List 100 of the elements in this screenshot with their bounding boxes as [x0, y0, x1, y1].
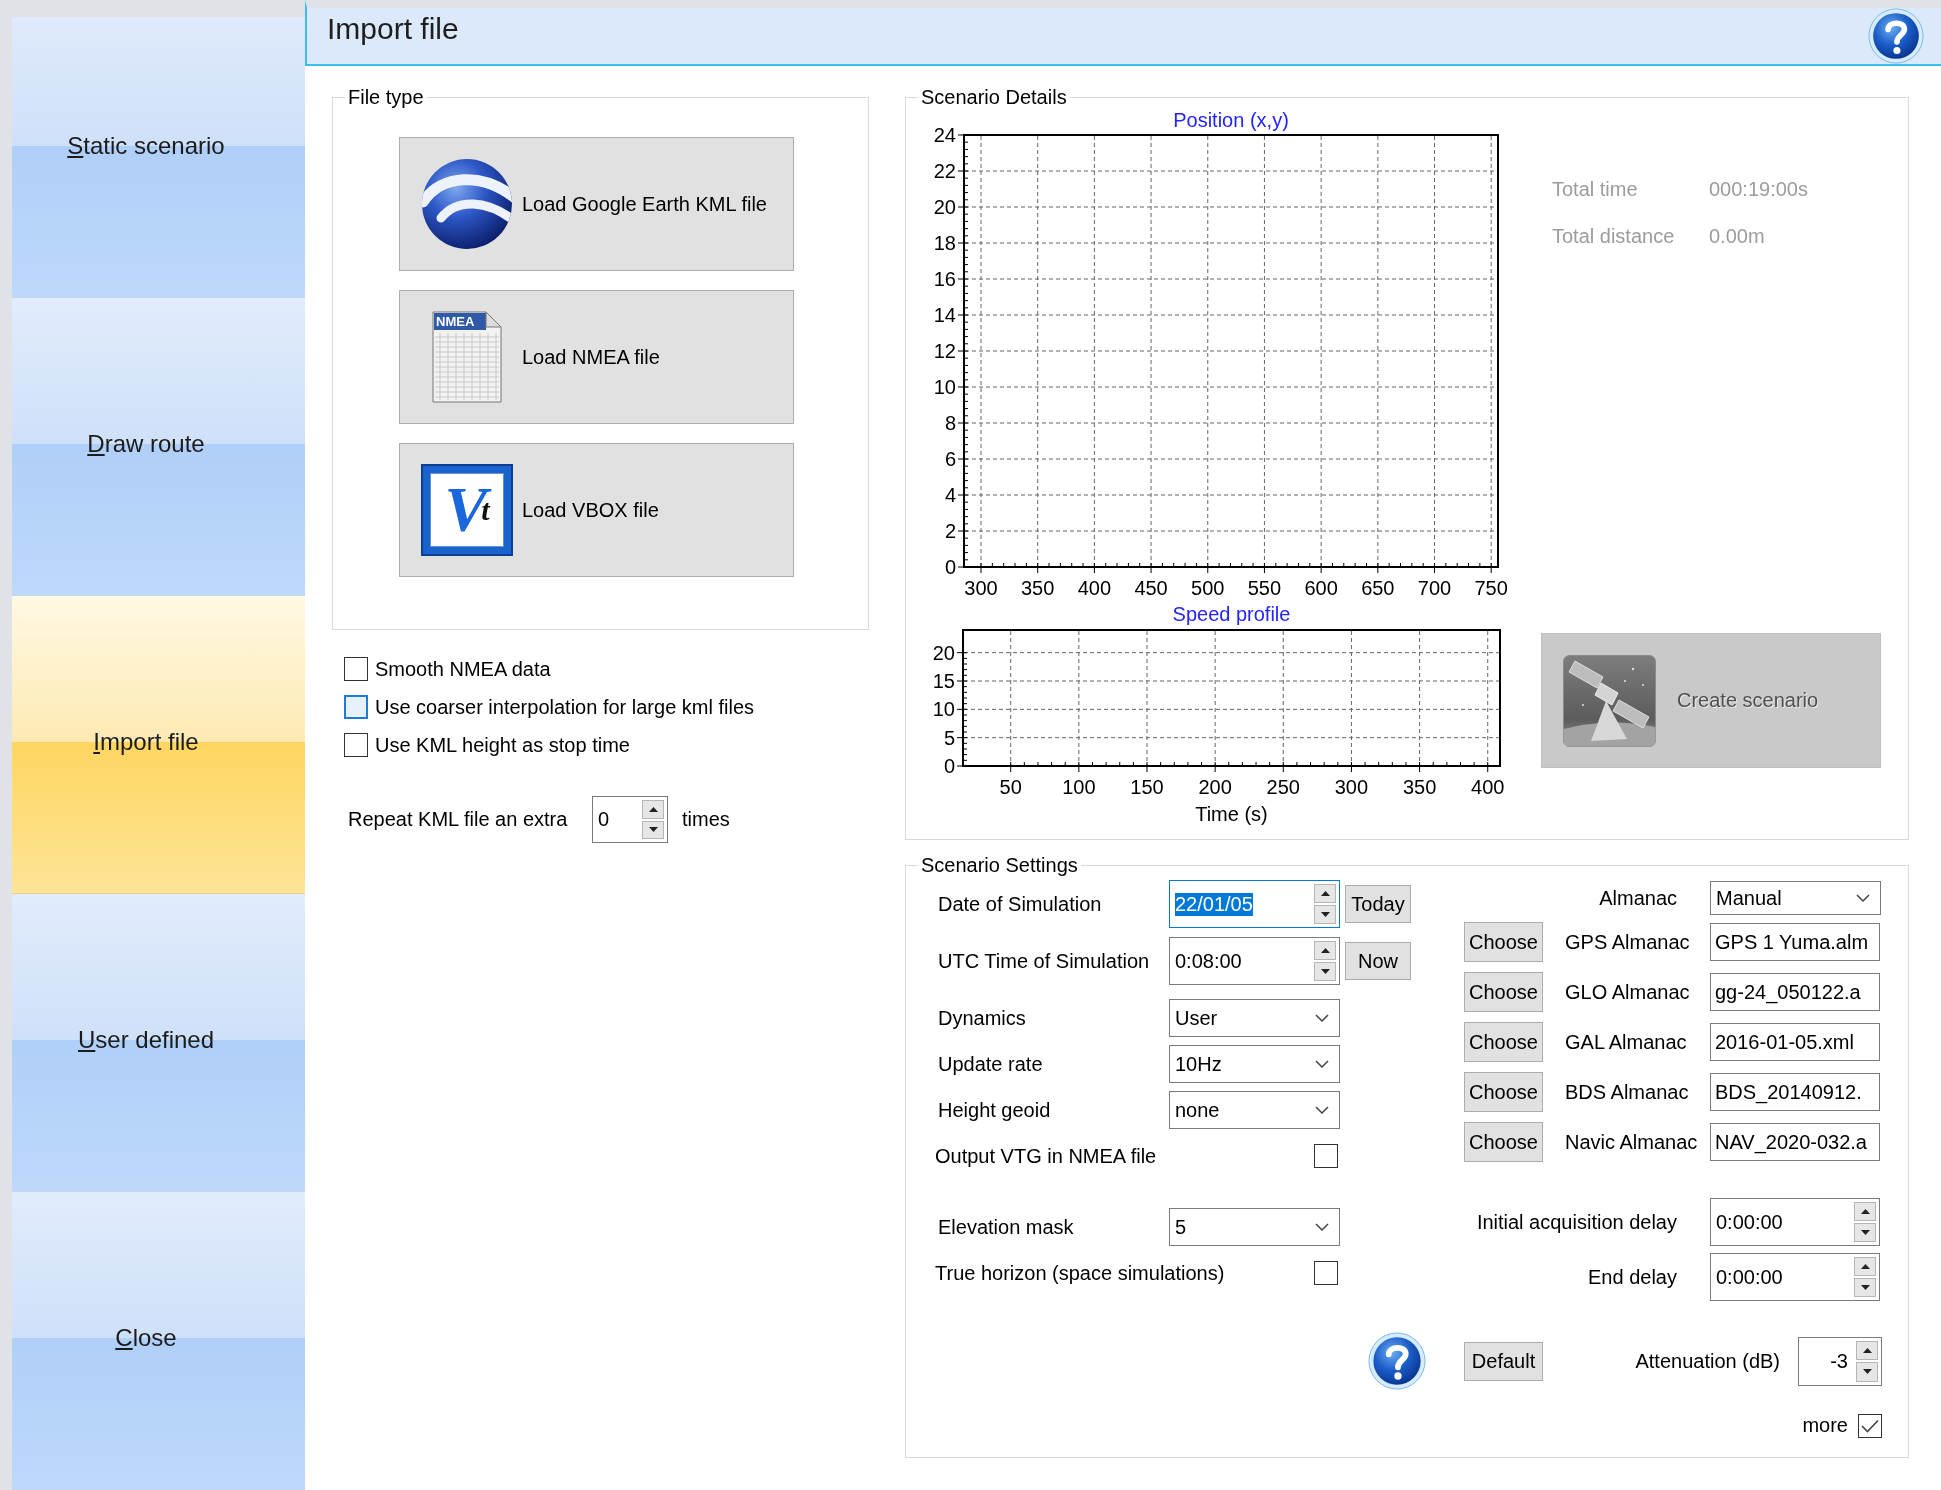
checkbox-label: more: [1802, 1414, 1848, 1437]
spin-down-button[interactable]: [1314, 905, 1336, 924]
checkbox-label: Use KML height as stop time: [375, 733, 630, 757]
spin-up-button[interactable]: [642, 800, 664, 819]
checkmark-icon: [1861, 1418, 1879, 1433]
spin-up-button[interactable]: [1314, 884, 1336, 903]
spin-box[interactable]: 22/01/05: [1169, 880, 1340, 928]
choose-button[interactable]: Choose: [1464, 1122, 1543, 1162]
group-title: File type: [347, 85, 425, 109]
tick-label: 300: [1334, 776, 1369, 798]
spin-down-button[interactable]: [1314, 962, 1336, 981]
tick-label: 550: [1247, 577, 1282, 599]
spin-down-button[interactable]: [1854, 1223, 1876, 1242]
spin-down-button[interactable]: [1854, 1278, 1876, 1297]
tick-label: 150: [1130, 776, 1164, 798]
axis-label: Time (s): [1195, 803, 1268, 825]
checkbox[interactable]: [344, 657, 368, 681]
checkbox[interactable]: [344, 733, 368, 757]
choose-button[interactable]: Choose: [1464, 1072, 1543, 1112]
tick-label: 200: [1198, 776, 1232, 798]
default-button[interactable]: Default: [1464, 1341, 1543, 1381]
file-name-field[interactable]: BDS_20140912.: [1710, 1073, 1880, 1111]
spin-box[interactable]: 0:00:00: [1710, 1253, 1880, 1301]
up-arrow-icon: [1862, 1347, 1872, 1353]
load-nmea-button[interactable]: NMEA Load NMEA file: [399, 290, 794, 424]
spin-box[interactable]: -3: [1798, 1336, 1882, 1386]
file-name-field[interactable]: NAV_2020-032.a: [1710, 1123, 1880, 1161]
stat-value: 0.00m: [1709, 224, 1766, 249]
file-name-field[interactable]: GPS 1 Yuma.alm: [1710, 923, 1880, 961]
dropdown[interactable]: 5: [1169, 1208, 1340, 1246]
down-arrow-icon: [1860, 1230, 1870, 1235]
tick-label: 12: [933, 340, 956, 362]
load-kml-button[interactable]: Load Google Earth KML file: [399, 137, 794, 271]
field-label: Almanac: [1598, 886, 1678, 910]
page-title: Import file: [327, 11, 459, 47]
group-title: Scenario Settings: [920, 853, 1079, 877]
help-icon[interactable]: [1368, 1332, 1426, 1390]
nav-item[interactable]: Import file: [12, 596, 305, 894]
spin-up-button[interactable]: [1856, 1340, 1878, 1360]
satellite-icon: [1563, 654, 1656, 747]
dropdown[interactable]: 10Hz: [1169, 1045, 1340, 1083]
checkbox[interactable]: [1314, 1261, 1338, 1285]
dropdown[interactable]: Manual: [1710, 881, 1881, 915]
spin-up-button[interactable]: [1854, 1202, 1876, 1221]
spin-box[interactable]: 0:08:00: [1169, 937, 1340, 985]
spin-box[interactable]: 0: [592, 796, 668, 843]
field-label: Elevation mask: [937, 1215, 1075, 1239]
nav-item[interactable]: Close: [12, 1192, 305, 1490]
tick-label: 500: [1191, 577, 1225, 599]
spin-up-button[interactable]: [1854, 1257, 1876, 1276]
up-arrow-icon: [1860, 1264, 1870, 1269]
tick-label: 22: [933, 160, 956, 182]
chevron-down-icon: [1315, 1014, 1329, 1022]
tick-label: 350: [1021, 577, 1055, 599]
stat-label: Total distance: [1552, 224, 1676, 249]
file-name-field[interactable]: gg-24_050122.a: [1710, 973, 1880, 1011]
help-icon[interactable]: [1868, 8, 1924, 64]
globe-icon: [421, 158, 513, 250]
tick-label: 400: [1077, 577, 1112, 599]
field-label: Dynamics: [937, 1006, 1027, 1030]
choose-button[interactable]: Choose: [1464, 922, 1543, 962]
field-label: Attenuation (dB): [1634, 1349, 1781, 1373]
stat-value: 000:19:00s: [1709, 177, 1808, 202]
file-name-field[interactable]: 2016-01-05.xml: [1710, 1023, 1880, 1061]
spin-box[interactable]: 0:00:00: [1710, 1198, 1880, 1246]
field-label: GPS Almanac: [1564, 930, 1691, 954]
tick-label: 2: [944, 520, 956, 542]
tick-label: 350: [1402, 776, 1437, 798]
field-label: End delay: [1587, 1265, 1678, 1289]
spin-down-button[interactable]: [1856, 1362, 1878, 1382]
field-label: Date of Simulation: [937, 892, 1103, 916]
tick-label: 4: [944, 484, 956, 506]
chart-title: Speed profile: [1172, 603, 1291, 625]
checkbox[interactable]: [1858, 1413, 1882, 1438]
up-arrow-icon: [1860, 1209, 1870, 1214]
tick-label: 0: [944, 556, 956, 578]
nav-item[interactable]: Draw route: [12, 298, 305, 596]
spin-up-button[interactable]: [1314, 941, 1336, 960]
checkbox[interactable]: [344, 695, 368, 719]
chevron-down-icon: [1315, 1106, 1329, 1114]
tick-label: 20: [932, 641, 955, 664]
checkbox[interactable]: [1314, 1144, 1338, 1168]
now-button[interactable]: Now: [1345, 942, 1411, 980]
choose-button[interactable]: Choose: [1464, 972, 1543, 1012]
checkbox-label: True horizon (space simulations): [935, 1261, 1226, 1285]
field-label: Height geoid: [937, 1098, 1052, 1122]
nav-item[interactable]: User defined: [12, 894, 305, 1192]
today-button[interactable]: Today: [1345, 885, 1411, 923]
field-label: Repeat KML file an extra: [348, 808, 569, 831]
unit-label: times: [682, 808, 730, 831]
group-title: Scenario Details: [920, 85, 1068, 109]
down-arrow-icon: [1320, 912, 1330, 917]
tick-label: 250: [1266, 776, 1300, 798]
tick-label: 50: [999, 776, 1022, 798]
down-arrow-icon: [1860, 1285, 1870, 1290]
tick-label: 20: [933, 196, 956, 218]
dropdown[interactable]: none: [1169, 1091, 1340, 1129]
choose-button[interactable]: Choose: [1464, 1022, 1543, 1062]
dropdown[interactable]: User: [1169, 999, 1340, 1037]
spin-down-button[interactable]: [642, 820, 664, 839]
